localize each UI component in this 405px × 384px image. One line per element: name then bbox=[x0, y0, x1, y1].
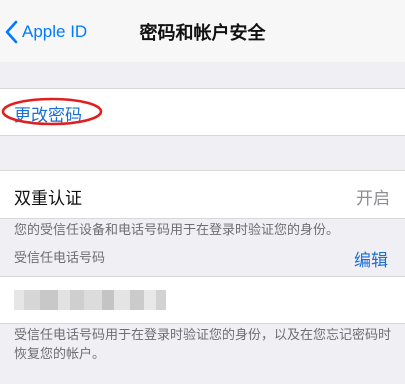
trusted-phone-note: 受信任电话号码用于在登录时验证您的身份，以及在您忘记密码时恢复您的帐户。 bbox=[14, 328, 392, 362]
navigation-bar: Apple ID 密码和帐户安全 bbox=[0, 0, 405, 62]
two-factor-status: 开启 bbox=[356, 189, 390, 209]
trusted-phone-header: 受信任电话号码 bbox=[14, 251, 106, 266]
two-factor-label: 双重认证 bbox=[14, 189, 82, 209]
edit-button[interactable]: 编辑 bbox=[354, 246, 388, 271]
two-factor-row[interactable]: 双重认证 开启 bbox=[0, 170, 405, 219]
two-factor-note: 您的受信任设备和电话号码用于在登录时验证您的身份。 bbox=[14, 223, 340, 238]
change-password-row[interactable]: 更改密码 bbox=[0, 88, 405, 136]
blurred-phone-number bbox=[14, 290, 166, 310]
change-password-link[interactable]: 更改密码 bbox=[14, 101, 82, 126]
page-title: 密码和帐户安全 bbox=[139, 23, 266, 44]
trusted-phone-row[interactable] bbox=[0, 276, 405, 324]
